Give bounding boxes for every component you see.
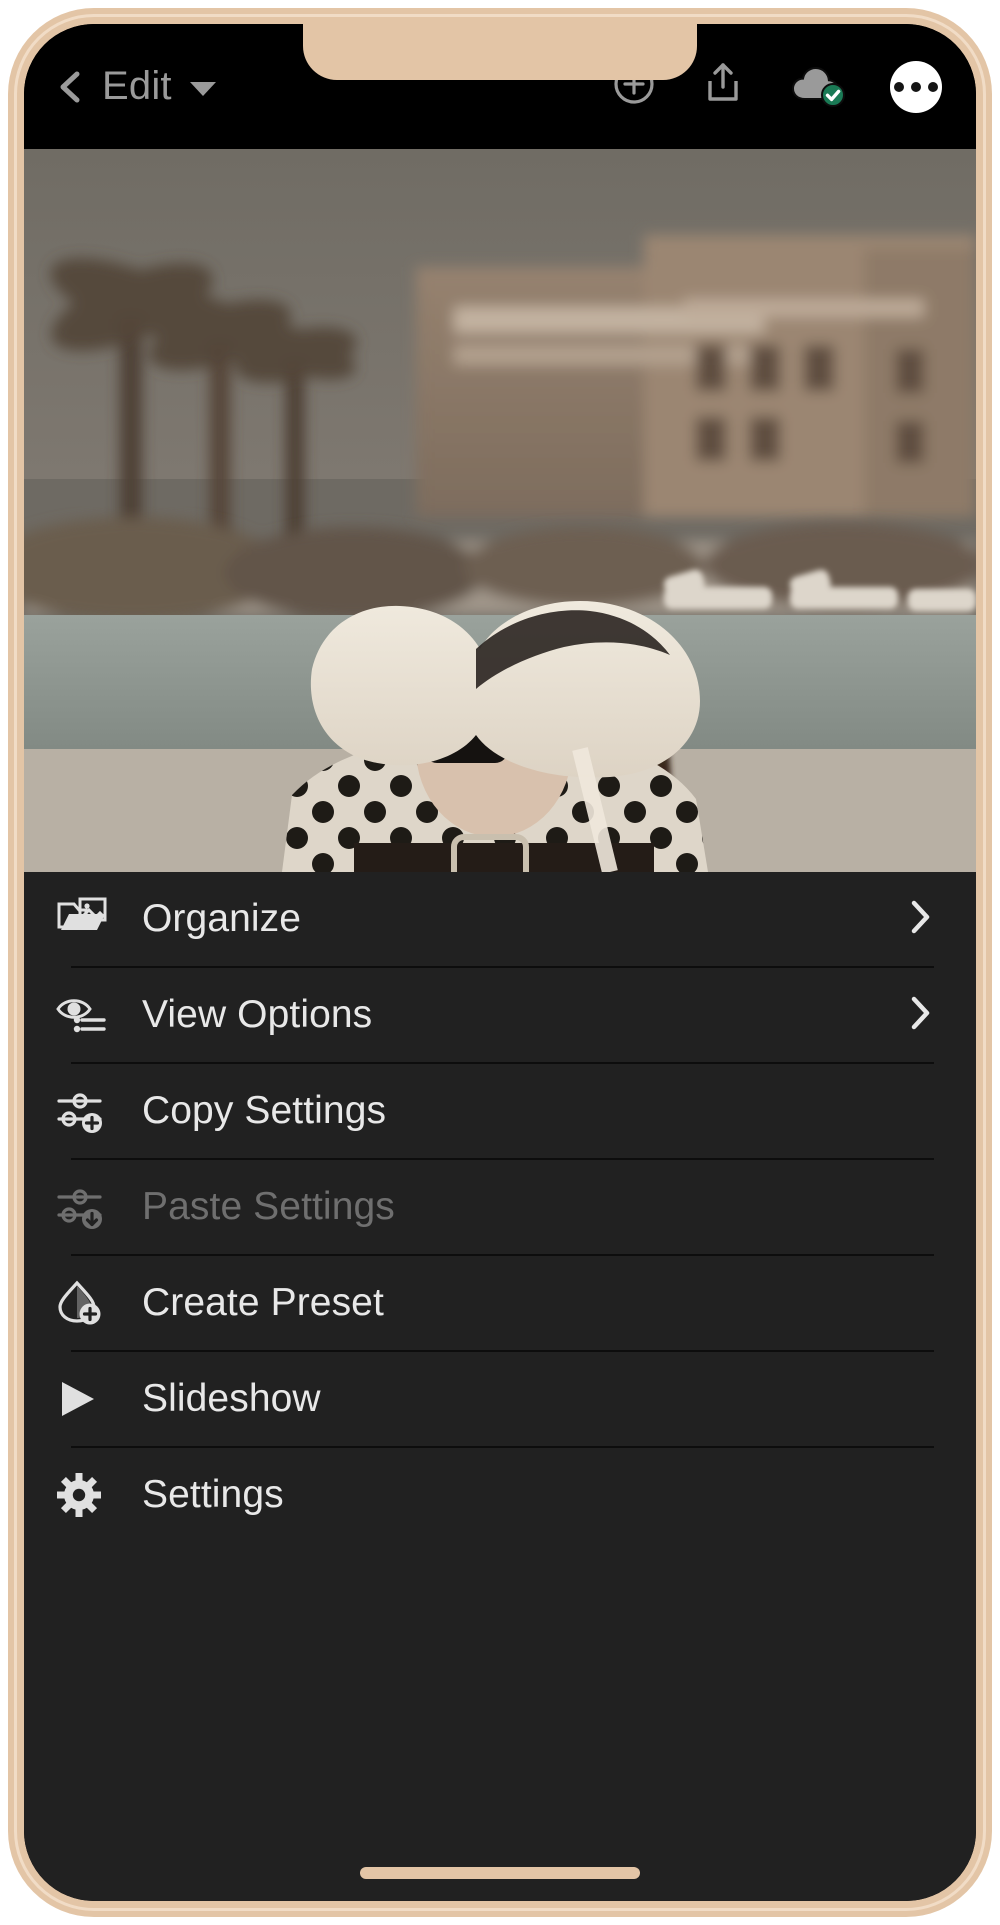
menu-item-label: Settings [142, 1473, 284, 1516]
device-notch [303, 24, 697, 80]
menu-item-label: Paste Settings [142, 1185, 395, 1228]
caret-down-icon[interactable] [189, 82, 216, 96]
eye-options-icon [56, 992, 108, 1038]
menu-item-label: View Options [142, 993, 373, 1036]
chevron-left-icon[interactable] [54, 70, 88, 104]
menu-item-label: Slideshow [142, 1377, 321, 1420]
menu-item-view-options[interactable]: View Options [24, 968, 976, 1062]
overflow-menu: Organize View Options Copy Settings Past… [24, 872, 976, 1901]
home-indicator[interactable] [360, 1867, 640, 1879]
cloud-synced-icon[interactable] [790, 61, 846, 112]
phone-screen: Edit Organize View Options Copy Settings… [24, 24, 976, 1901]
menu-item-copy-settings[interactable]: Copy Settings [24, 1064, 976, 1158]
menu-item-settings[interactable]: Settings [24, 1448, 976, 1542]
sliders-down-icon [56, 1184, 108, 1230]
more-dot [928, 81, 938, 92]
page-title: Edit [102, 64, 172, 108]
preset-plus-icon [56, 1280, 108, 1326]
chevron-right-icon [908, 899, 934, 940]
menu-item-paste-settings: Paste Settings [24, 1160, 976, 1254]
play-icon [56, 1376, 108, 1422]
share-icon[interactable] [700, 61, 746, 112]
menu-item-create-preset[interactable]: Create Preset [24, 1256, 976, 1350]
menu-item-label: Copy Settings [142, 1089, 387, 1132]
menu-item-label: Create Preset [142, 1281, 384, 1324]
menu-item-slideshow[interactable]: Slideshow [24, 1352, 976, 1446]
device-frame: Edit Organize View Options Copy Settings… [8, 8, 992, 1917]
more-dot [894, 81, 904, 92]
folder-image-icon [56, 896, 108, 942]
menu-item-organize[interactable]: Organize [24, 872, 976, 966]
photo-canvas[interactable] [24, 149, 976, 872]
chevron-right-icon [908, 995, 934, 1036]
more-options-icon[interactable] [890, 60, 942, 113]
more-dot [911, 81, 921, 92]
toolbar-left-group: Edit [54, 64, 216, 109]
gear-icon [56, 1472, 108, 1518]
menu-item-label: Organize [142, 897, 302, 940]
sliders-plus-icon [56, 1088, 108, 1134]
